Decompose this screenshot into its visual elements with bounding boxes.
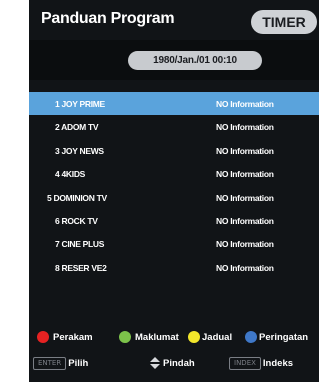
program-info: NO Information: [216, 99, 274, 109]
yellow-key-schedule[interactable]: Jadual: [188, 331, 232, 345]
legend-label: Peringatan: [259, 332, 309, 343]
green-key-info[interactable]: Maklumat: [119, 331, 179, 345]
channel-name: 3 JOY NEWS: [55, 145, 104, 156]
channel-name: 5 DOMINION TV: [47, 192, 107, 203]
program-info: NO Information: [216, 145, 274, 156]
channel-name: 8 RESER VE2: [55, 262, 107, 273]
index-hint: INDEX Indeks: [229, 357, 293, 370]
channel-name: 4 4KIDS: [55, 169, 86, 180]
channel-name: 6 ROCK TV: [55, 215, 98, 226]
yellow-dot-icon: [188, 331, 200, 344]
index-label: Indeks: [262, 358, 294, 370]
page-title: Panduan Program: [41, 10, 175, 27]
timer-button[interactable]: TIMER: [251, 10, 317, 34]
program-info: NO Information: [216, 192, 274, 203]
move-label: Pindah: [163, 358, 195, 369]
channel-row[interactable]: 2 ADOM TV NO Information: [29, 115, 319, 138]
channel-list: 1 JOY PRIME NO Information 2 ADOM TV NO …: [29, 92, 319, 279]
channel-name: 1 JOY PRIME: [55, 99, 105, 109]
channel-name: 7 CINE PLUS: [55, 239, 105, 250]
channel-row[interactable]: 8 RESER VE2 NO Information: [29, 256, 319, 279]
program-info: NO Information: [216, 122, 274, 133]
legend-label: Jadual: [202, 332, 233, 343]
select-hint: ENTER Pilih: [33, 357, 88, 370]
current-datetime: 1980/Jan./01 00:10: [128, 51, 262, 70]
index-key-icon: INDEX: [229, 357, 261, 370]
blue-dot-icon: [245, 331, 257, 344]
legend-label: Perakam: [53, 332, 93, 343]
green-dot-icon: [119, 331, 131, 344]
program-info: NO Information: [216, 169, 274, 180]
red-key-recorder[interactable]: Perakam: [37, 331, 93, 345]
channel-name: 2 ADOM TV: [55, 122, 99, 133]
channel-row[interactable]: 4 4KIDS NO Information: [29, 162, 319, 185]
channel-row[interactable]: 1 JOY PRIME NO Information: [29, 92, 319, 116]
blue-key-reminder[interactable]: Peringatan: [245, 331, 308, 345]
channel-row[interactable]: 5 DOMINION TV NO Information: [29, 186, 319, 209]
channel-row[interactable]: 6 ROCK TV NO Information: [29, 209, 319, 232]
program-info: NO Information: [216, 215, 274, 226]
move-hint: Pindah: [150, 357, 195, 370]
program-info: NO Information: [216, 239, 274, 250]
red-dot-icon: [37, 331, 49, 344]
channel-row[interactable]: 3 JOY NEWS NO Information: [29, 139, 319, 162]
channel-row[interactable]: 7 CINE PLUS NO Information: [29, 232, 319, 255]
program-guide-panel: Panduan Program TIMER 1980/Jan./01 00:10…: [29, 0, 319, 382]
program-info: NO Information: [216, 262, 274, 273]
enter-key-icon: ENTER: [33, 357, 67, 370]
select-label: Pilih: [68, 358, 89, 370]
up-down-arrow-icon: [150, 357, 160, 370]
legend-label: Maklumat: [135, 332, 179, 343]
